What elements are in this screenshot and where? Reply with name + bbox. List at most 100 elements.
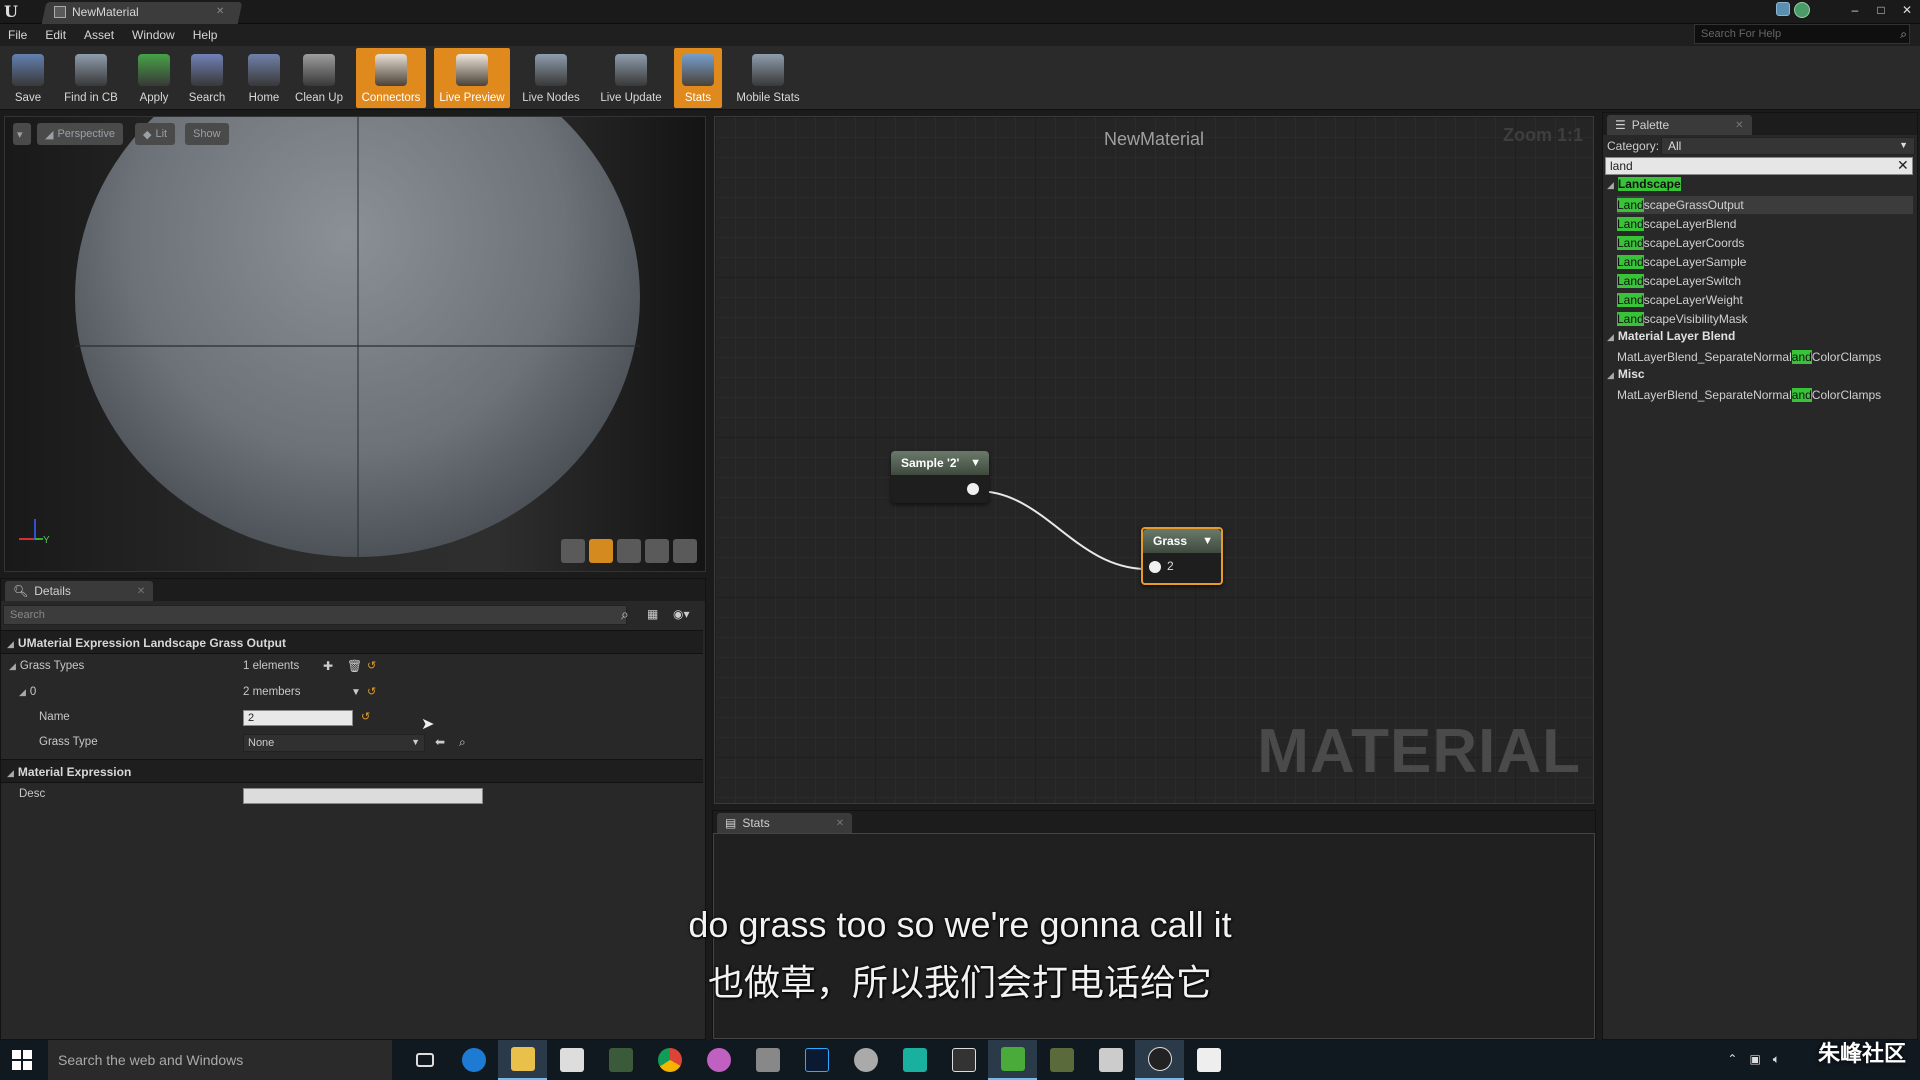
reset-icon[interactable]: ↺ bbox=[361, 710, 370, 723]
clear-search-icon[interactable]: ✕ bbox=[1897, 157, 1909, 174]
file-explorer-icon[interactable] bbox=[498, 1040, 547, 1080]
use-selected-arrow-icon[interactable]: ⬅ bbox=[435, 735, 445, 749]
find-in-cb-button[interactable]: Find in CB bbox=[56, 48, 126, 108]
app-icon[interactable] bbox=[988, 1040, 1037, 1080]
custom-mesh-button[interactable] bbox=[673, 539, 697, 563]
chevron-down-icon[interactable]: ▼ bbox=[351, 687, 361, 698]
sample-node-header[interactable]: Sample '2' ▼ bbox=[891, 451, 989, 475]
close-tab-icon[interactable]: ✕ bbox=[137, 586, 145, 597]
menu-edit[interactable]: Edit bbox=[45, 28, 66, 42]
details-tab[interactable]: 🔍︎ Details ✕ bbox=[5, 581, 154, 601]
palette-item[interactable]: LandscapeLayerBlend bbox=[1617, 215, 1913, 233]
clean-up-button[interactable]: Clean Up bbox=[290, 48, 348, 108]
task-view-icon[interactable] bbox=[400, 1040, 449, 1080]
network-icon[interactable]: ▣ bbox=[1749, 1052, 1760, 1067]
palette-tab[interactable]: ☰ Palette ✕ bbox=[1607, 115, 1752, 135]
sphere-shape-button[interactable] bbox=[589, 539, 613, 563]
stats-button[interactable]: Stats bbox=[674, 48, 722, 108]
grass-node-header[interactable]: Grass ▼ bbox=[1143, 529, 1221, 553]
preview-viewport[interactable]: ▾ ◢ Perspective ◆ Lit Show Y bbox=[4, 116, 706, 572]
search-button[interactable]: Search bbox=[182, 48, 232, 108]
app-icon[interactable] bbox=[743, 1040, 792, 1080]
palette-item[interactable]: LandscapeLayerCoords bbox=[1617, 234, 1913, 252]
palette-category[interactable]: ◢ Landscape bbox=[1607, 177, 1681, 191]
details-search-input[interactable]: Search bbox=[3, 605, 627, 625]
document-tab[interactable]: NewMaterial bbox=[54, 5, 139, 19]
reset-icon[interactable]: ↺ bbox=[367, 685, 376, 698]
cylinder-shape-button[interactable] bbox=[561, 539, 585, 563]
sample-node[interactable]: Sample '2' ▼ bbox=[891, 451, 989, 503]
help-search-input[interactable]: Search For Help ⌕ bbox=[1694, 24, 1910, 44]
unreal-engine-icon[interactable] bbox=[1135, 1040, 1184, 1080]
plane-shape-button[interactable] bbox=[617, 539, 641, 563]
app-icon[interactable] bbox=[596, 1040, 645, 1080]
save-button[interactable]: Save bbox=[6, 48, 50, 108]
live-preview-button[interactable]: Live Preview bbox=[434, 48, 510, 108]
feedback-icon[interactable] bbox=[1776, 2, 1790, 16]
live-update-button[interactable]: Live Update bbox=[594, 48, 668, 108]
mobile-stats-button[interactable]: Mobile Stats bbox=[728, 48, 808, 108]
close-tab-icon[interactable]: ✕ bbox=[836, 818, 844, 829]
maximize-button[interactable]: □ bbox=[1868, 0, 1894, 20]
lit-button[interactable]: ◆ Lit bbox=[135, 123, 176, 145]
music-app-icon[interactable] bbox=[694, 1040, 743, 1080]
taskbar-search-input[interactable]: Search the web and Windows bbox=[48, 1040, 392, 1080]
chrome-icon[interactable] bbox=[645, 1040, 694, 1080]
viewport-options-button[interactable]: ▾ bbox=[13, 123, 31, 145]
app-icon[interactable] bbox=[1037, 1040, 1086, 1080]
home-button[interactable]: Home bbox=[244, 48, 284, 108]
palette-search-input[interactable] bbox=[1605, 157, 1913, 175]
add-element-icon[interactable]: ✚ bbox=[323, 659, 333, 673]
browse-search-icon[interactable]: ⌕ bbox=[459, 735, 466, 750]
trash-icon[interactable]: 🗑︎ bbox=[347, 659, 362, 673]
chevron-down-icon[interactable]: ▼ bbox=[970, 457, 981, 469]
palette-item[interactable]: MatLayerBlend_SeparateNormalandColorClam… bbox=[1617, 386, 1913, 404]
palette-category[interactable]: ◢ Misc bbox=[1607, 367, 1645, 381]
eye-visibility-icon[interactable]: ◉▾ bbox=[673, 607, 690, 621]
store-icon[interactable] bbox=[547, 1040, 596, 1080]
epic-launcher-icon[interactable] bbox=[939, 1040, 988, 1080]
palette-category[interactable]: ◢ Material Layer Blend bbox=[1607, 329, 1735, 343]
palette-item[interactable]: LandscapeLayerWeight bbox=[1617, 291, 1913, 309]
reset-icon[interactable]: ↺ bbox=[367, 659, 376, 672]
menu-file[interactable]: File bbox=[8, 28, 27, 42]
live-nodes-button[interactable]: Live Nodes bbox=[518, 48, 584, 108]
close-window-button[interactable]: ✕ bbox=[1894, 0, 1920, 20]
grass-type-dropdown[interactable]: None ▼ bbox=[243, 734, 425, 752]
output-pin[interactable] bbox=[967, 483, 979, 495]
palette-item[interactable]: LandscapeGrassOutput bbox=[1617, 196, 1913, 214]
cube-shape-button[interactable] bbox=[645, 539, 669, 563]
name-field[interactable] bbox=[243, 710, 353, 726]
chevron-down-icon[interactable]: ▼ bbox=[1202, 535, 1213, 547]
chevron-up-icon[interactable]: ⌃ bbox=[1727, 1052, 1737, 1067]
palette-item[interactable]: LandscapeLayerSwitch bbox=[1617, 272, 1913, 290]
app-icon[interactable] bbox=[1184, 1040, 1233, 1080]
perspective-button[interactable]: ◢ Perspective bbox=[37, 123, 123, 145]
category-dropdown[interactable]: All ▼ bbox=[1661, 137, 1915, 155]
close-tab-icon[interactable]: ✕ bbox=[1735, 120, 1743, 131]
app-icon[interactable] bbox=[890, 1040, 939, 1080]
apply-button[interactable]: Apply bbox=[132, 48, 176, 108]
section-material-expression[interactable]: ◢ Material Expression bbox=[1, 759, 703, 783]
view-options-icon[interactable]: ▦ bbox=[647, 607, 658, 621]
app-icon[interactable] bbox=[841, 1040, 890, 1080]
source-control-icon[interactable] bbox=[1794, 2, 1810, 18]
section-main[interactable]: ◢ UMaterial Expression Landscape Grass Ou… bbox=[1, 630, 703, 654]
show-button[interactable]: Show bbox=[185, 123, 229, 145]
speaker-icon[interactable]: 🔈︎ bbox=[1773, 1052, 1780, 1067]
edge-browser-icon[interactable] bbox=[449, 1040, 498, 1080]
connectors-button[interactable]: Connectors bbox=[356, 48, 426, 108]
palette-item[interactable]: LandscapeLayerSample bbox=[1617, 253, 1913, 271]
menu-window[interactable]: Window bbox=[132, 28, 175, 42]
menu-help[interactable]: Help bbox=[193, 28, 218, 42]
photoshop-icon[interactable] bbox=[792, 1040, 841, 1080]
material-graph[interactable]: NewMaterial Zoom 1:1 MATERIAL Sample '2'… bbox=[714, 116, 1594, 804]
input-pin[interactable] bbox=[1149, 561, 1161, 573]
collapse-arrow-icon[interactable]: ◢ bbox=[9, 661, 16, 671]
close-tab-icon[interactable]: ✕ bbox=[216, 6, 224, 17]
palette-item[interactable]: MatLayerBlend_SeparateNormalandColorClam… bbox=[1617, 348, 1913, 366]
stats-tab[interactable]: ▤ Stats ✕ bbox=[717, 813, 853, 833]
desc-field[interactable] bbox=[243, 788, 483, 804]
collapse-arrow-icon[interactable]: ◢ bbox=[19, 687, 26, 697]
app-icon[interactable] bbox=[1086, 1040, 1135, 1080]
